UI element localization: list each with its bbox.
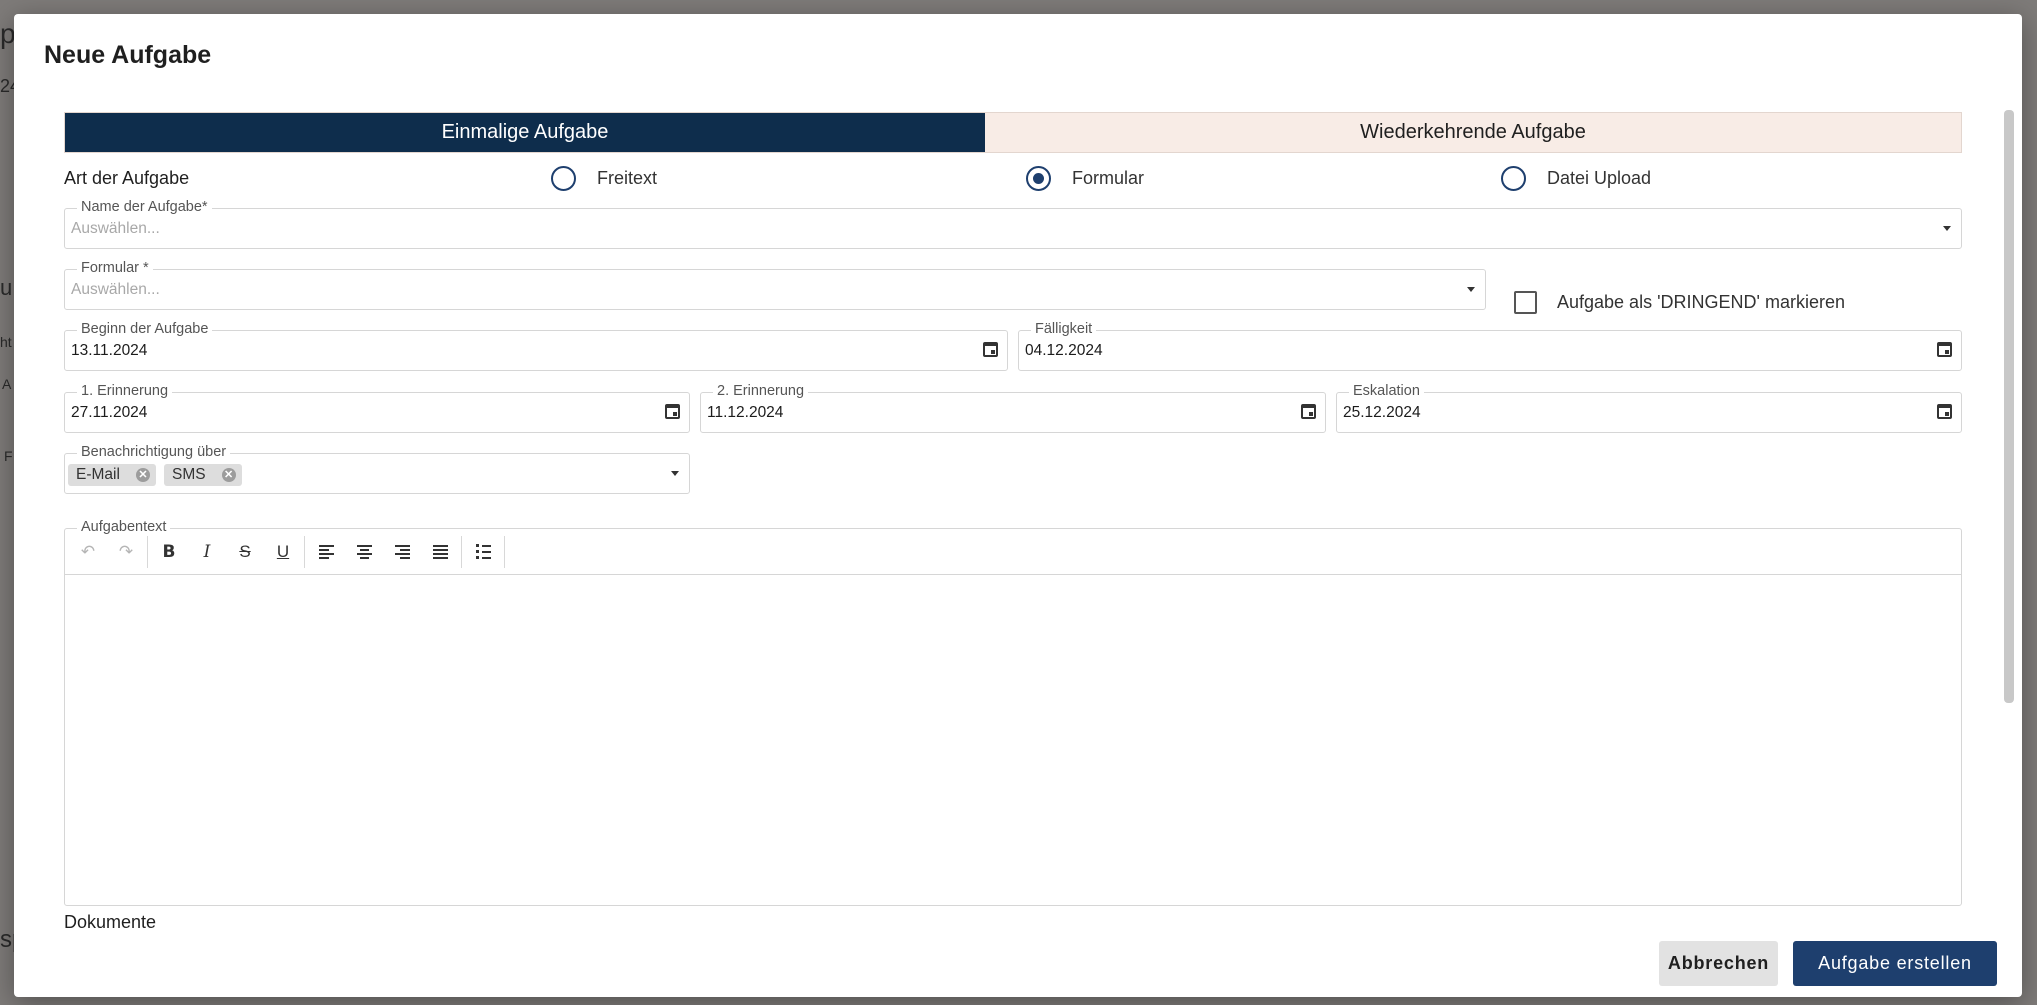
chevron-down-icon (1467, 287, 1475, 292)
chevron-down-icon (1943, 226, 1951, 231)
tab-recurring-task[interactable]: Wiederkehrende Aufgabe (985, 113, 1961, 152)
field-label: Benachrichtigung über (77, 444, 231, 460)
dialog-scrollbar[interactable] (2004, 110, 2014, 703)
due-date-field[interactable]: Fälligkeit 04.12.2024 (1018, 321, 1962, 371)
chip-label: E-Mail (76, 466, 120, 483)
dialog-title: Neue Aufgabe (44, 41, 212, 69)
date-value: 11.12.2024 (707, 404, 784, 421)
underline-icon[interactable]: U (264, 537, 302, 567)
background-fragment: u (0, 275, 13, 300)
urgent-checkbox[interactable]: Aufgabe als 'DRINGEND' markieren (1514, 291, 1845, 314)
checkbox-icon (1514, 291, 1537, 314)
strikethrough-icon[interactable]: S (226, 537, 264, 567)
italic-icon[interactable]: I (188, 537, 226, 567)
date-value: 04.12.2024 (1025, 342, 1103, 359)
toolbar-divider (147, 535, 148, 568)
tab-one-time-task[interactable]: Einmalige Aufgabe (65, 113, 985, 152)
create-task-button[interactable]: Aufgabe erstellen (1793, 941, 1997, 986)
calendar-icon[interactable] (983, 342, 998, 357)
radio-circle-icon (1501, 166, 1526, 191)
align-center-icon[interactable] (345, 537, 383, 567)
reminder2-date-field[interactable]: 2. Erinnerung 11.12.2024 (700, 383, 1326, 433)
toolbar-divider (504, 535, 505, 568)
chip-sms: SMS ✕ (164, 464, 242, 486)
field-label: 1. Erinnerung (77, 383, 173, 399)
field-label: Name der Aufgabe* (77, 199, 212, 215)
radio-label: Datei Upload (1547, 168, 1652, 188)
background-fragment: F (4, 448, 13, 464)
radio-circle-icon (551, 166, 576, 191)
calendar-icon[interactable] (1301, 404, 1316, 419)
undo-icon[interactable]: ↶ (69, 537, 107, 567)
align-justify-icon[interactable] (421, 537, 459, 567)
radio-selected-icon (1026, 166, 1051, 191)
editor-toolbar: ↶ ↷ B I S U (65, 529, 1961, 575)
redo-icon[interactable]: ↷ (107, 537, 145, 567)
date-value: 13.11.2024 (71, 342, 148, 359)
radio-file-upload[interactable]: Datei Upload (1501, 166, 1651, 191)
radio-formular[interactable]: Formular (1026, 166, 1144, 191)
calendar-icon[interactable] (665, 404, 680, 419)
toolbar-divider (461, 535, 462, 568)
new-task-dialog: Neue Aufgabe Einmalige Aufgabe Wiederkeh… (14, 14, 2022, 997)
chip-email: E-Mail ✕ (68, 464, 156, 486)
radio-label: Freitext (597, 168, 658, 188)
notification-multiselect[interactable]: Benachrichtigung über E-Mail ✕ SMS ✕ (64, 444, 690, 494)
bold-icon[interactable]: B (150, 537, 188, 567)
calendar-icon[interactable] (1937, 404, 1952, 419)
field-label: Beginn der Aufgabe (77, 321, 213, 337)
urgent-label: Aufgabe als 'DRINGEND' markieren (1557, 292, 1845, 312)
field-label: Formular * (77, 260, 153, 276)
radio-freitext[interactable]: Freitext (551, 166, 657, 191)
field-label: Fälligkeit (1031, 321, 1097, 337)
select-placeholder: Auswählen... (71, 281, 160, 298)
chip-label: SMS (172, 466, 206, 483)
task-type-label: Art der Aufgabe (64, 168, 190, 188)
remove-chip-icon[interactable]: ✕ (135, 468, 150, 482)
remove-chip-icon[interactable]: ✕ (221, 468, 236, 482)
field-label: 2. Erinnerung (713, 383, 809, 399)
start-date-field[interactable]: Beginn der Aufgabe 13.11.2024 (64, 321, 1008, 371)
cancel-button[interactable]: Abbrechen (1659, 941, 1778, 986)
escalation-date-field[interactable]: Eskalation 25.12.2024 (1336, 383, 1962, 433)
date-value: 27.11.2024 (71, 404, 148, 421)
background-fragment: ht (0, 334, 12, 350)
task-name-select[interactable]: Name der Aufgabe* Auswählen... (64, 199, 1962, 249)
documents-label: Dokumente (64, 912, 157, 932)
select-placeholder: Auswählen... (71, 220, 160, 237)
field-label: Eskalation (1349, 383, 1424, 399)
reminder1-date-field[interactable]: 1. Erinnerung 27.11.2024 (64, 383, 690, 433)
bullet-list-icon[interactable] (464, 537, 502, 567)
task-text-editor: Aufgabentext ↶ ↷ B I S U (64, 519, 1962, 906)
toolbar-divider (304, 535, 305, 568)
align-left-icon[interactable] (307, 537, 345, 567)
form-select[interactable]: Formular * Auswählen... (64, 260, 1486, 310)
align-right-icon[interactable] (383, 537, 421, 567)
task-kind-tabs: Einmalige Aufgabe Wiederkehrende Aufgabe (64, 112, 1962, 153)
date-value: 25.12.2024 (1343, 404, 1421, 421)
background-fragment: A (2, 376, 12, 392)
calendar-icon[interactable] (1937, 342, 1952, 357)
chevron-down-icon (671, 471, 679, 476)
radio-label: Formular (1072, 168, 1145, 188)
